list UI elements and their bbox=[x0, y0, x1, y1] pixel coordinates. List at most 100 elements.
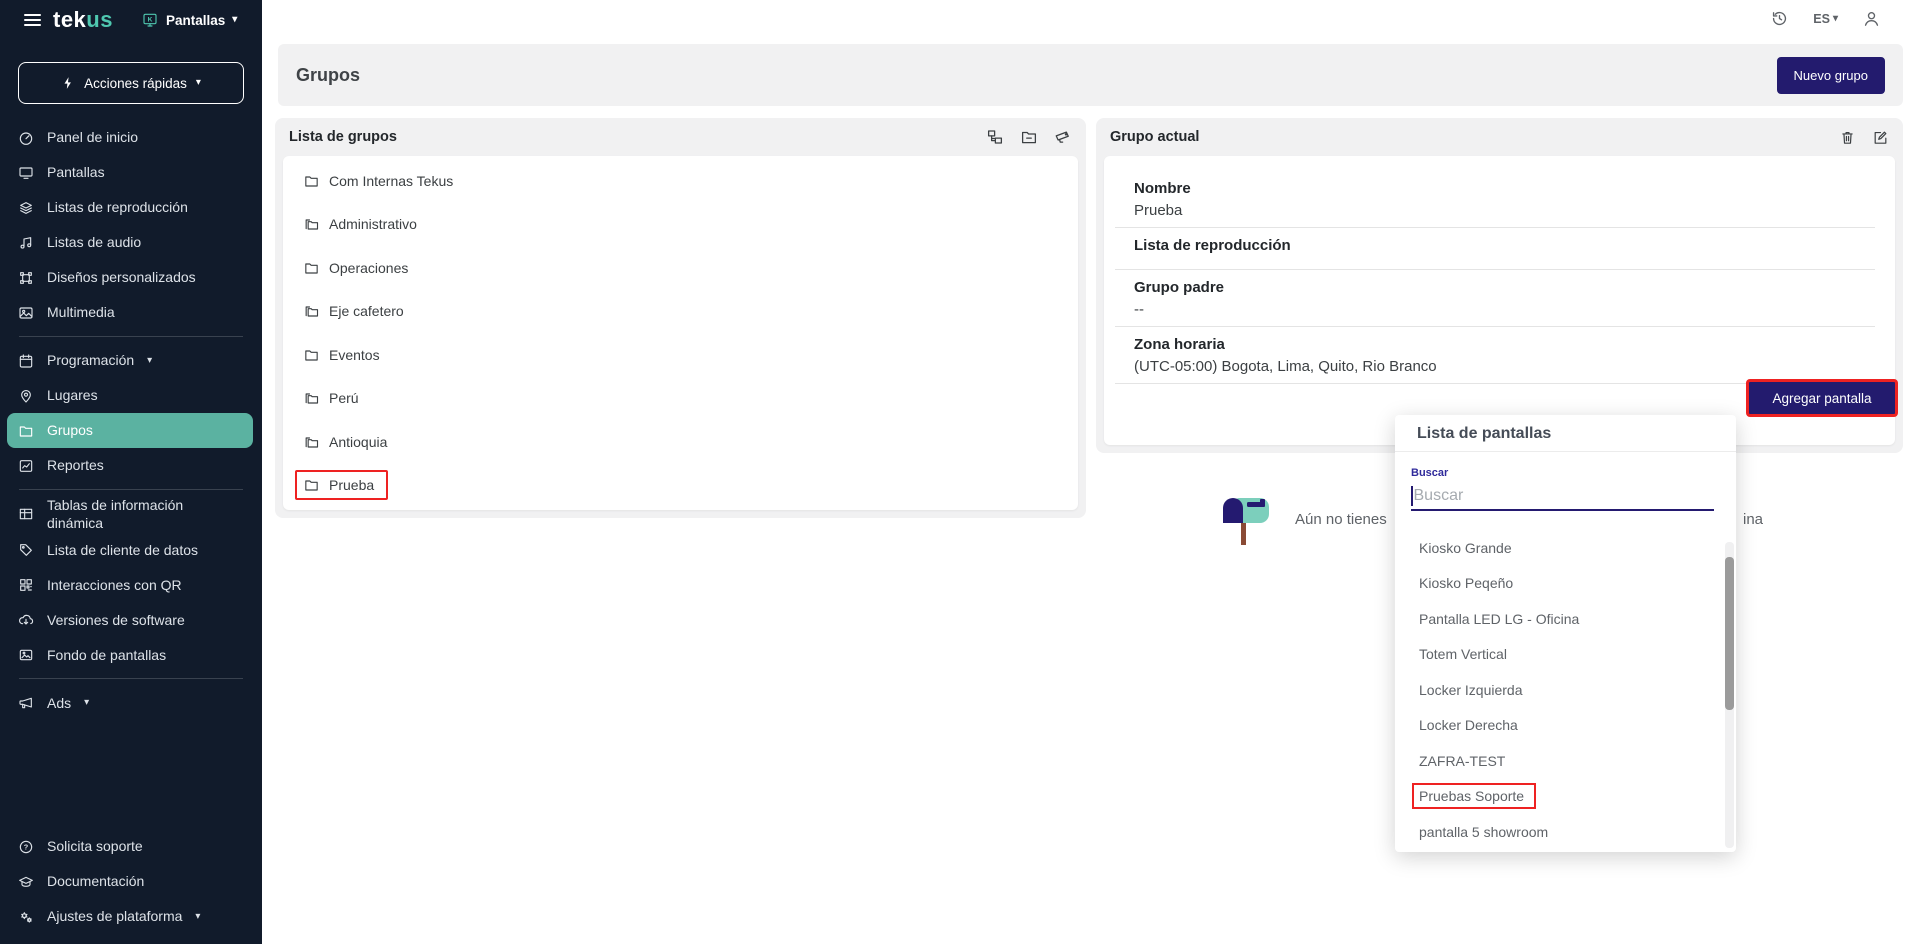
sidebar-item-lugares[interactable]: Lugares bbox=[0, 378, 262, 413]
group-name: Administrativo bbox=[329, 216, 417, 232]
highlight-box: Prueba bbox=[295, 470, 388, 500]
language-selector[interactable]: ES ▾ bbox=[1813, 12, 1838, 26]
screen-item-locker-derecha[interactable]: Locker Derecha bbox=[1395, 708, 1736, 744]
screen-item-content: Kiosko Grande bbox=[1412, 535, 1524, 561]
screen-item-kiosko-grande[interactable]: Kiosko Grande bbox=[1395, 530, 1736, 566]
sidebar-item-listas-de-audio[interactable]: Listas de audio bbox=[0, 225, 262, 260]
group-row-administrativo[interactable]: Administrativo bbox=[283, 203, 1078, 247]
qr-icon bbox=[18, 577, 34, 593]
group-name: Operaciones bbox=[329, 260, 408, 276]
highlight-box: Pruebas Soporte bbox=[1412, 783, 1536, 809]
group-row-com-internas-tekus[interactable]: Com Internas Tekus bbox=[283, 159, 1078, 203]
screen-name: Locker Derecha bbox=[1419, 717, 1518, 733]
group-row-peru[interactable]: Perú bbox=[283, 377, 1078, 421]
edit-icon[interactable] bbox=[1872, 129, 1889, 146]
sidebar-item-documentacion[interactable]: Documentación bbox=[0, 864, 262, 899]
layers-icon bbox=[18, 200, 34, 216]
screen-item-content: ZAFRA-TEST bbox=[1412, 748, 1517, 774]
screen-item-pruebas-soporte[interactable]: Pruebas Soporte bbox=[1395, 779, 1736, 815]
group-name: Antioquia bbox=[329, 434, 387, 450]
sidebar-item-multimedia[interactable]: Multimedia bbox=[0, 295, 262, 330]
sidebar-item-ads[interactable]: Ads▾ bbox=[0, 685, 262, 720]
group-row-content: Administrativo bbox=[295, 209, 431, 239]
app-selector[interactable]: K Pantallas ▾ bbox=[141, 12, 237, 28]
screen-name: Locker Izquierda bbox=[1419, 682, 1523, 698]
add-screen-button[interactable]: Agregar pantalla bbox=[1746, 379, 1898, 417]
sidebar-item-programacion[interactable]: Programación▾ bbox=[0, 343, 262, 378]
history-icon[interactable] bbox=[1770, 9, 1789, 28]
table-icon bbox=[18, 506, 34, 522]
scrollbar-track[interactable] bbox=[1725, 542, 1734, 848]
app-selector-label: Pantallas bbox=[166, 13, 225, 28]
tree-view-icon[interactable] bbox=[986, 128, 1004, 146]
screen-item-zafra-test[interactable]: ZAFRA-TEST bbox=[1395, 743, 1736, 779]
screen-item-content: Kiosko Peqeño bbox=[1412, 570, 1525, 596]
sidebar-item-disenos-personalizados[interactable]: Diseños personalizados bbox=[0, 260, 262, 295]
sidebar-item-interacciones-con-qr[interactable]: Interacciones con QR bbox=[0, 567, 262, 602]
screen-item-pantalla-led-lg-oficina[interactable]: Pantalla LED LG - Oficina bbox=[1395, 601, 1736, 637]
group-row-operaciones[interactable]: Operaciones bbox=[283, 246, 1078, 290]
sidebar-item-ajustes-de-plataforma[interactable]: Ajustes de plataforma▾ bbox=[0, 899, 262, 934]
sidebar-item-solicita-soporte[interactable]: ?Solicita soporte bbox=[0, 829, 262, 864]
groups-panel-title: Lista de grupos bbox=[289, 129, 397, 145]
group-row-eventos[interactable]: Eventos bbox=[283, 333, 1078, 377]
lightning-icon bbox=[61, 76, 75, 90]
new-group-button[interactable]: Nuevo grupo bbox=[1777, 57, 1885, 94]
hamburger-menu-icon[interactable] bbox=[24, 11, 41, 29]
groups-panel-header: Lista de grupos bbox=[275, 118, 1086, 156]
screen-item-locker-izquierda[interactable]: Locker Izquierda bbox=[1395, 672, 1736, 708]
group-row-content: Perú bbox=[295, 383, 373, 413]
sidebar-item-fondo-de-pantallas[interactable]: Fondo de pantallas bbox=[0, 637, 262, 672]
field-lista-de-reproduccion: Lista de reproducción bbox=[1134, 239, 1879, 270]
trash-icon[interactable] bbox=[1839, 129, 1856, 146]
sidebar-item-grupos[interactable]: Grupos bbox=[7, 413, 253, 448]
sidebar-item-pantallas[interactable]: Pantallas bbox=[0, 155, 262, 190]
sidebar-item-label: Multimedia bbox=[47, 303, 115, 321]
screen-name: Pantalla LED LG - Oficina bbox=[1419, 611, 1579, 627]
group-row-antioquia[interactable]: Antioquia bbox=[283, 420, 1078, 464]
group-row-content: Com Internas Tekus bbox=[295, 166, 467, 196]
mailbox-illustration bbox=[1217, 488, 1275, 548]
sidebar-item-label: Lista de cliente de datos bbox=[47, 541, 198, 559]
sidebar-item-listas-de-reproduccion[interactable]: Listas de reproducción bbox=[0, 190, 262, 225]
folder-multiple-icon bbox=[303, 390, 320, 406]
sidebar-item-lista-de-cliente-de-datos[interactable]: Lista de cliente de datos bbox=[0, 532, 262, 567]
screen-name: Pruebas Soporte bbox=[1419, 788, 1524, 804]
sidebar-item-reportes[interactable]: Reportes bbox=[0, 448, 262, 483]
page-header: Grupos Nuevo grupo bbox=[278, 44, 1903, 106]
search-placeholder: Buscar bbox=[1414, 487, 1464, 505]
tekus-logo[interactable]: tekus bbox=[53, 7, 113, 33]
search-input[interactable]: Buscar bbox=[1411, 482, 1714, 511]
group-row-prueba[interactable]: Prueba bbox=[283, 464, 1078, 508]
folder-minus-icon[interactable] bbox=[1020, 128, 1038, 146]
field-label: Grupo padre bbox=[1134, 281, 1879, 295]
chevron-down-icon: ▾ bbox=[232, 15, 237, 25]
sidebar-item-label: Reportes bbox=[47, 456, 104, 474]
screens-search-section: Buscar Buscar bbox=[1395, 452, 1736, 511]
screen-item-kiosko-peqeno[interactable]: Kiosko Peqeño bbox=[1395, 566, 1736, 602]
folder-icon bbox=[303, 347, 320, 363]
screen-item-totem-vertical[interactable]: Totem Vertical bbox=[1395, 637, 1736, 673]
vector-square-icon bbox=[18, 270, 34, 286]
folder-multiple-icon bbox=[303, 303, 320, 319]
user-icon[interactable] bbox=[1862, 9, 1881, 28]
sidebar-item-versiones-de-software[interactable]: Versiones de software bbox=[0, 602, 262, 637]
camera-icon[interactable] bbox=[1054, 128, 1072, 146]
text-cursor bbox=[1411, 486, 1413, 506]
sidebar-item-panel-de-inicio[interactable]: Panel de inicio bbox=[0, 120, 262, 155]
help-icon: ? bbox=[18, 839, 34, 855]
folder-multiple-icon bbox=[303, 216, 320, 232]
page-title: Grupos bbox=[296, 65, 360, 86]
group-row-content: Antioquia bbox=[295, 427, 401, 457]
sidebar-item-tablas-de-informacion-dinamica[interactable]: Tablas de información dinámica bbox=[0, 496, 262, 532]
group-row-eje-cafetero[interactable]: Eje cafetero bbox=[283, 290, 1078, 334]
kiosk-icon: K bbox=[141, 12, 159, 28]
quick-actions-button[interactable]: Acciones rápidas ▾ bbox=[18, 62, 244, 104]
screen-item-pantalla-5-showroom[interactable]: pantalla 5 showroom bbox=[1395, 814, 1736, 850]
sidebar: tekus K Pantallas ▾ Acciones rápidas ▾ P… bbox=[0, 0, 262, 944]
svg-text:?: ? bbox=[24, 842, 29, 851]
music-icon bbox=[18, 235, 34, 251]
scrollbar-thumb[interactable] bbox=[1725, 557, 1734, 710]
folder-icon bbox=[303, 477, 320, 493]
divider bbox=[1115, 269, 1875, 270]
